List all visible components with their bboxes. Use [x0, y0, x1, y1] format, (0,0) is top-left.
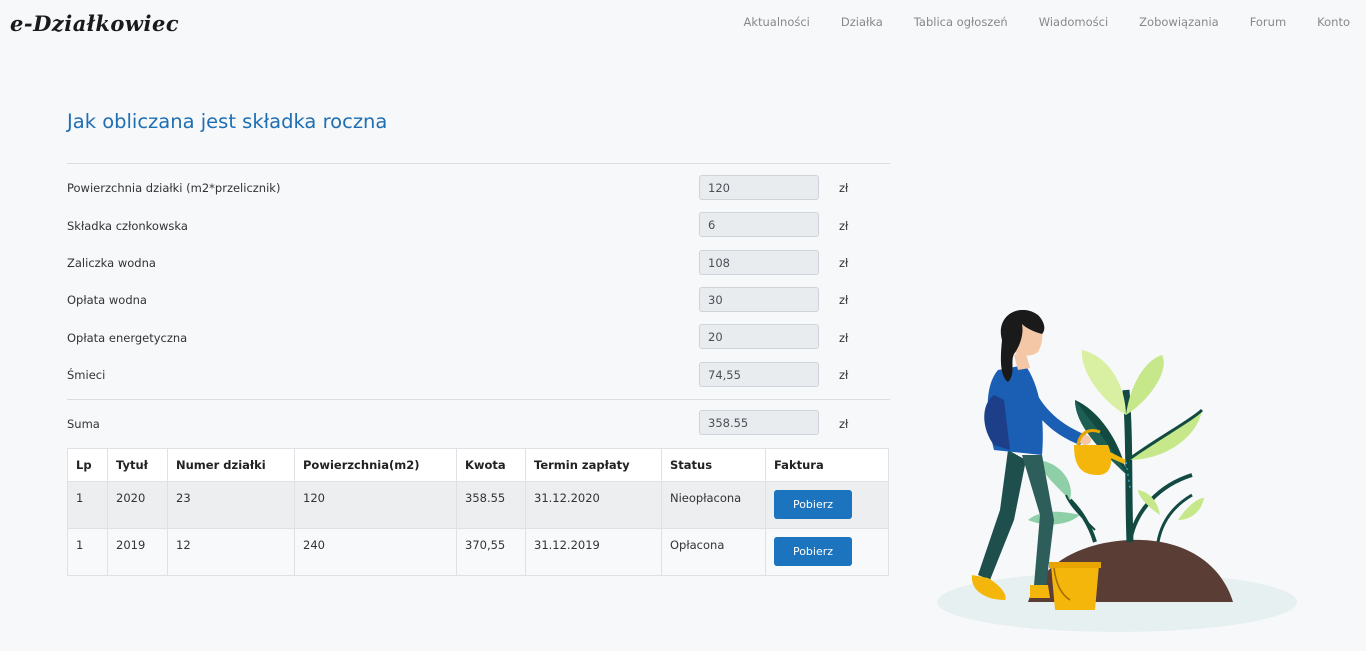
- cell-lp: 1: [67, 528, 108, 576]
- cell-numer: 23: [167, 481, 295, 529]
- cell-numer: 12: [167, 528, 295, 576]
- col-header-powierzchnia: Powierzchnia(m2): [294, 448, 457, 482]
- field-label-smieci: Śmieci: [67, 368, 106, 382]
- field-label-oplata-wodna: Opłata wodna: [67, 293, 147, 307]
- field-unit: zł: [839, 368, 849, 382]
- nav-item-aktualnosci[interactable]: Aktualności: [743, 15, 809, 29]
- invoices-table: Lp Tytuł Numer działki Powierzchnia(m2) …: [67, 448, 889, 576]
- field-label-powierzchnia: Powierzchnia działki (m2*przelicznik): [67, 181, 281, 195]
- col-header-tytul: Tytuł: [107, 448, 168, 482]
- gardener-illustration: [937, 310, 1297, 632]
- nav-item-tablica-ogloszen[interactable]: Tablica ogłoszeń: [914, 15, 1008, 29]
- sum-unit: zł: [839, 417, 849, 431]
- cell-status: Nieopłacona: [661, 481, 766, 529]
- cell-kwota: 358.55: [456, 481, 526, 529]
- cell-lp: 1: [67, 481, 108, 529]
- navbar: e-Działkowiec Aktualności Działka Tablic…: [0, 0, 1366, 50]
- page-title: Jak obliczana jest składka roczna: [67, 110, 388, 133]
- nav-item-dzialka[interactable]: Działka: [841, 15, 883, 29]
- field-input-smieci[interactable]: [699, 362, 819, 387]
- cell-termin: 31.12.2020: [525, 481, 662, 529]
- field-unit: zł: [839, 293, 849, 307]
- cell-status: Opłacona: [661, 528, 766, 576]
- field-input-skladka-czlonkowska[interactable]: [699, 212, 819, 237]
- table-row: 1 2020 23 120 358.55 31.12.2020 Nieopłac…: [67, 481, 889, 529]
- col-header-lp: Lp: [67, 448, 108, 482]
- divider: [67, 399, 890, 400]
- col-header-status: Status: [661, 448, 766, 482]
- cell-tytul: 2019: [107, 528, 168, 576]
- field-input-zaliczka-wodna[interactable]: [699, 250, 819, 275]
- cell-powierzchnia: 120: [294, 481, 457, 529]
- field-unit: zł: [839, 181, 849, 195]
- field-label-zaliczka-wodna: Zaliczka wodna: [67, 256, 156, 270]
- field-unit: zł: [839, 219, 849, 233]
- field-unit: zł: [839, 331, 849, 345]
- field-label-skladka-czlonkowska: Składka członkowska: [67, 219, 188, 233]
- download-invoice-button[interactable]: Pobierz: [774, 537, 852, 566]
- sum-input[interactable]: [699, 410, 819, 435]
- nav-item-zobowiazania[interactable]: Zobowiązania: [1139, 15, 1219, 29]
- nav-item-forum[interactable]: Forum: [1250, 15, 1286, 29]
- field-input-powierzchnia[interactable]: [699, 175, 819, 200]
- field-input-oplata-wodna[interactable]: [699, 287, 819, 312]
- cell-faktura: Pobierz: [765, 528, 889, 576]
- cell-faktura: Pobierz: [765, 481, 889, 529]
- divider: [67, 163, 890, 164]
- col-header-termin-zaplaty: Termin zapłaty: [525, 448, 662, 482]
- cell-powierzchnia: 240: [294, 528, 457, 576]
- col-header-kwota: Kwota: [456, 448, 526, 482]
- field-input-oplata-energetyczna[interactable]: [699, 324, 819, 349]
- cell-kwota: 370,55: [456, 528, 526, 576]
- main-nav: Aktualności Działka Tablica ogłoszeń Wia…: [712, 15, 1350, 29]
- download-invoice-button[interactable]: Pobierz: [774, 490, 852, 519]
- cell-termin: 31.12.2019: [525, 528, 662, 576]
- col-header-numer-dzialki: Numer działki: [167, 448, 295, 482]
- nav-item-wiadomosci[interactable]: Wiadomości: [1039, 15, 1108, 29]
- col-header-faktura: Faktura: [765, 448, 889, 482]
- table-header-row: Lp Tytuł Numer działki Powierzchnia(m2) …: [67, 448, 889, 482]
- field-label-oplata-energetyczna: Opłata energetyczna: [67, 331, 188, 345]
- nav-item-konto[interactable]: Konto: [1317, 15, 1350, 29]
- app-logo[interactable]: e-Działkowiec: [10, 11, 179, 36]
- table-row: 1 2019 12 240 370,55 31.12.2019 Opłacona…: [67, 528, 889, 576]
- cell-tytul: 2020: [107, 481, 168, 529]
- field-unit: zł: [839, 256, 849, 270]
- sum-label: Suma: [67, 417, 100, 431]
